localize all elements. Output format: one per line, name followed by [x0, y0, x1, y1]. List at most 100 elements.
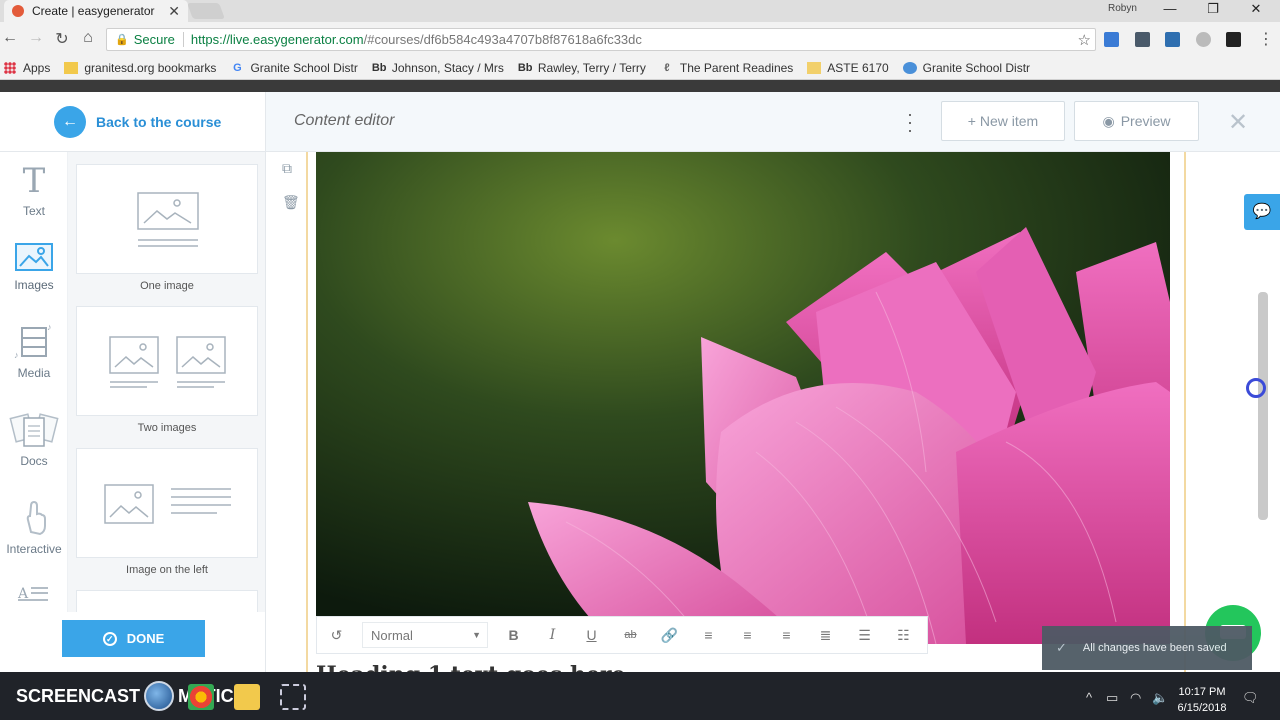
- check-icon: ✓: [1056, 640, 1067, 655]
- system-clock[interactable]: 10:17 PM 6/15/2018: [1170, 684, 1234, 716]
- numbered-list-icon[interactable]: ☷: [884, 627, 923, 644]
- done-button[interactable]: ✓ DONE: [62, 620, 205, 657]
- wifi-icon[interactable]: ◠: [1130, 690, 1141, 706]
- template-label: Image on the left: [126, 564, 208, 576]
- restore-icon[interactable]: ❐: [1193, 0, 1233, 20]
- close-editor-icon[interactable]: ✕: [1228, 108, 1248, 137]
- home-icon[interactable]: ⌂: [78, 29, 98, 47]
- align-left-icon[interactable]: ≡: [689, 627, 728, 643]
- profile-name[interactable]: Robyn: [1108, 3, 1137, 14]
- bookmark-label: The Parent Readines: [679, 60, 794, 75]
- rail-label: Text: [22, 204, 45, 218]
- close-window-icon[interactable]: ✕: [1236, 0, 1276, 20]
- easygenerator-favicon-icon: [12, 5, 24, 17]
- more-options-icon[interactable]: · · ·: [906, 105, 914, 139]
- extension-icon[interactable]: [1226, 32, 1241, 47]
- chat-icon[interactable]: 💬: [1244, 194, 1280, 230]
- underline-icon[interactable]: U: [572, 627, 611, 643]
- bookmark-folder[interactable]: ASTE 6170: [807, 61, 889, 75]
- file-explorer-icon[interactable]: [234, 684, 260, 710]
- omnibox[interactable]: 🔒 Secure https://live.easygenerator.com …: [106, 28, 1096, 51]
- show-hidden-icons[interactable]: ^: [1086, 690, 1092, 705]
- bookmark-item[interactable]: Granite School Distr: [902, 60, 1031, 75]
- svg-text:♪: ♪: [14, 350, 19, 360]
- rail-item-interactive[interactable]: Interactive: [0, 498, 68, 556]
- rich-text-toolbar: ↺ Normal ▼ B I U ab 🔗 ≡ ≡ ≡ ≣ ☰ ☷: [316, 616, 928, 654]
- folder-icon: [64, 61, 79, 74]
- extension-icon[interactable]: [1165, 32, 1180, 47]
- rail-item-more[interactable]: A: [0, 584, 68, 608]
- strikethrough-icon[interactable]: ab: [611, 629, 650, 641]
- heading-block[interactable]: Heading 1 text goes here: [316, 662, 626, 672]
- template-image-on-left[interactable]: [76, 448, 258, 558]
- extension-icon[interactable]: [1196, 32, 1211, 47]
- caret-down-icon: ▼: [472, 630, 481, 640]
- preview-button[interactable]: ◉ Preview: [1074, 101, 1199, 141]
- rail-label: Interactive: [6, 542, 62, 556]
- page-scrollbar[interactable]: [1258, 292, 1268, 520]
- extension-icon[interactable]: [1135, 32, 1150, 47]
- google-icon: G: [233, 61, 242, 74]
- notifications-icon[interactable]: 🗨: [1242, 690, 1259, 706]
- bookmark-item[interactable]: G Granite School Distr: [230, 61, 358, 75]
- back-to-course-link[interactable]: ← Back to the course: [0, 92, 266, 152]
- blackboard-icon: Bb: [371, 61, 387, 74]
- rail-item-media[interactable]: ♪ ♪ Media: [0, 322, 68, 380]
- duplicate-icon[interactable]: ⧉: [282, 160, 292, 177]
- italic-icon[interactable]: I: [533, 627, 572, 643]
- bookmark-apps[interactable]: Apps: [4, 61, 50, 75]
- bookmarks-bar: Apps granitesd.org bookmarks G Granite S…: [0, 56, 1280, 80]
- align-center-icon[interactable]: ≡: [728, 627, 767, 643]
- template-label: One image: [140, 280, 194, 292]
- battery-icon[interactable]: ▭: [1106, 690, 1118, 706]
- url-path: /#courses/df6b584c493a4707b8f87618a6fc33…: [363, 32, 642, 47]
- chrome-icon[interactable]: [188, 684, 214, 710]
- preview-label: Preview: [1120, 113, 1171, 129]
- screencast-globe-icon: [144, 681, 175, 711]
- new-tab-button[interactable]: [187, 3, 225, 19]
- align-right-icon[interactable]: ≡: [767, 627, 806, 643]
- bookmark-item[interactable]: Bb Johnson, Stacy / Mrs: [372, 61, 504, 75]
- one-image-preview-icon: [137, 192, 199, 247]
- reload-icon[interactable]: ↻: [52, 29, 72, 49]
- block-tools: ⧉ 🗑: [266, 152, 306, 232]
- paragraph-style-select[interactable]: Normal ▼: [362, 622, 488, 648]
- bookmark-item[interactable]: ℓ The Parent Readines: [660, 61, 793, 75]
- rail-item-docs[interactable]: Docs: [0, 410, 68, 468]
- align-justify-icon[interactable]: ≣: [806, 627, 845, 644]
- extension-icon[interactable]: [1104, 32, 1119, 47]
- url-host: https://live.easygenerator.com: [190, 32, 364, 47]
- rail-item-text[interactable]: T Text: [0, 162, 68, 218]
- media-icon: ♪ ♪: [14, 322, 52, 360]
- close-tab-icon[interactable]: ✕: [168, 3, 180, 20]
- link-icon[interactable]: 🔗: [650, 627, 689, 644]
- bulleted-list-icon[interactable]: ☰: [845, 627, 884, 644]
- bookmark-folder[interactable]: granitesd.org bookmarks: [64, 61, 216, 75]
- back-to-course-label: Back to the course: [96, 113, 222, 130]
- new-item-button[interactable]: + New item: [941, 101, 1065, 141]
- bookmark-star-icon[interactable]: ☆: [1078, 31, 1091, 49]
- clock-time: 10:17 PM: [1178, 686, 1226, 698]
- back-arrow-icon[interactable]: ←: [0, 29, 20, 47]
- volume-icon[interactable]: 🔈: [1152, 690, 1168, 706]
- browser-tab[interactable]: Create | easygenerator ✕: [4, 0, 188, 22]
- bookmark-label: Granite School Distr: [922, 60, 1031, 75]
- minimize-icon[interactable]: —: [1150, 0, 1190, 20]
- forward-arrow-icon[interactable]: →: [26, 29, 46, 47]
- bookmark-label: Apps: [23, 60, 51, 75]
- template-next[interactable]: [76, 590, 258, 612]
- template-one-image[interactable]: [76, 164, 258, 274]
- arrow-left-icon: ←: [54, 105, 86, 138]
- rail-item-images[interactable]: Images: [0, 242, 68, 292]
- lotus-flower-image[interactable]: [316, 152, 1170, 644]
- undo-icon[interactable]: ↺: [317, 627, 356, 644]
- template-two-images[interactable]: [76, 306, 258, 416]
- bold-icon[interactable]: B: [494, 627, 533, 643]
- toast-message: All changes have been saved: [1082, 642, 1227, 654]
- bookmark-item[interactable]: Bb Rawley, Terry / Terry: [518, 61, 646, 75]
- browser-menu-icon[interactable]: ⋮: [1256, 29, 1276, 49]
- trash-icon[interactable]: 🗑: [282, 194, 300, 211]
- two-images-preview-icon: [109, 336, 226, 388]
- snipping-tool-icon[interactable]: [280, 684, 306, 710]
- content-canvas: ↺ Normal ▼ B I U ab 🔗 ≡ ≡ ≡ ≣ ☰ ☷ Headin…: [306, 152, 1186, 672]
